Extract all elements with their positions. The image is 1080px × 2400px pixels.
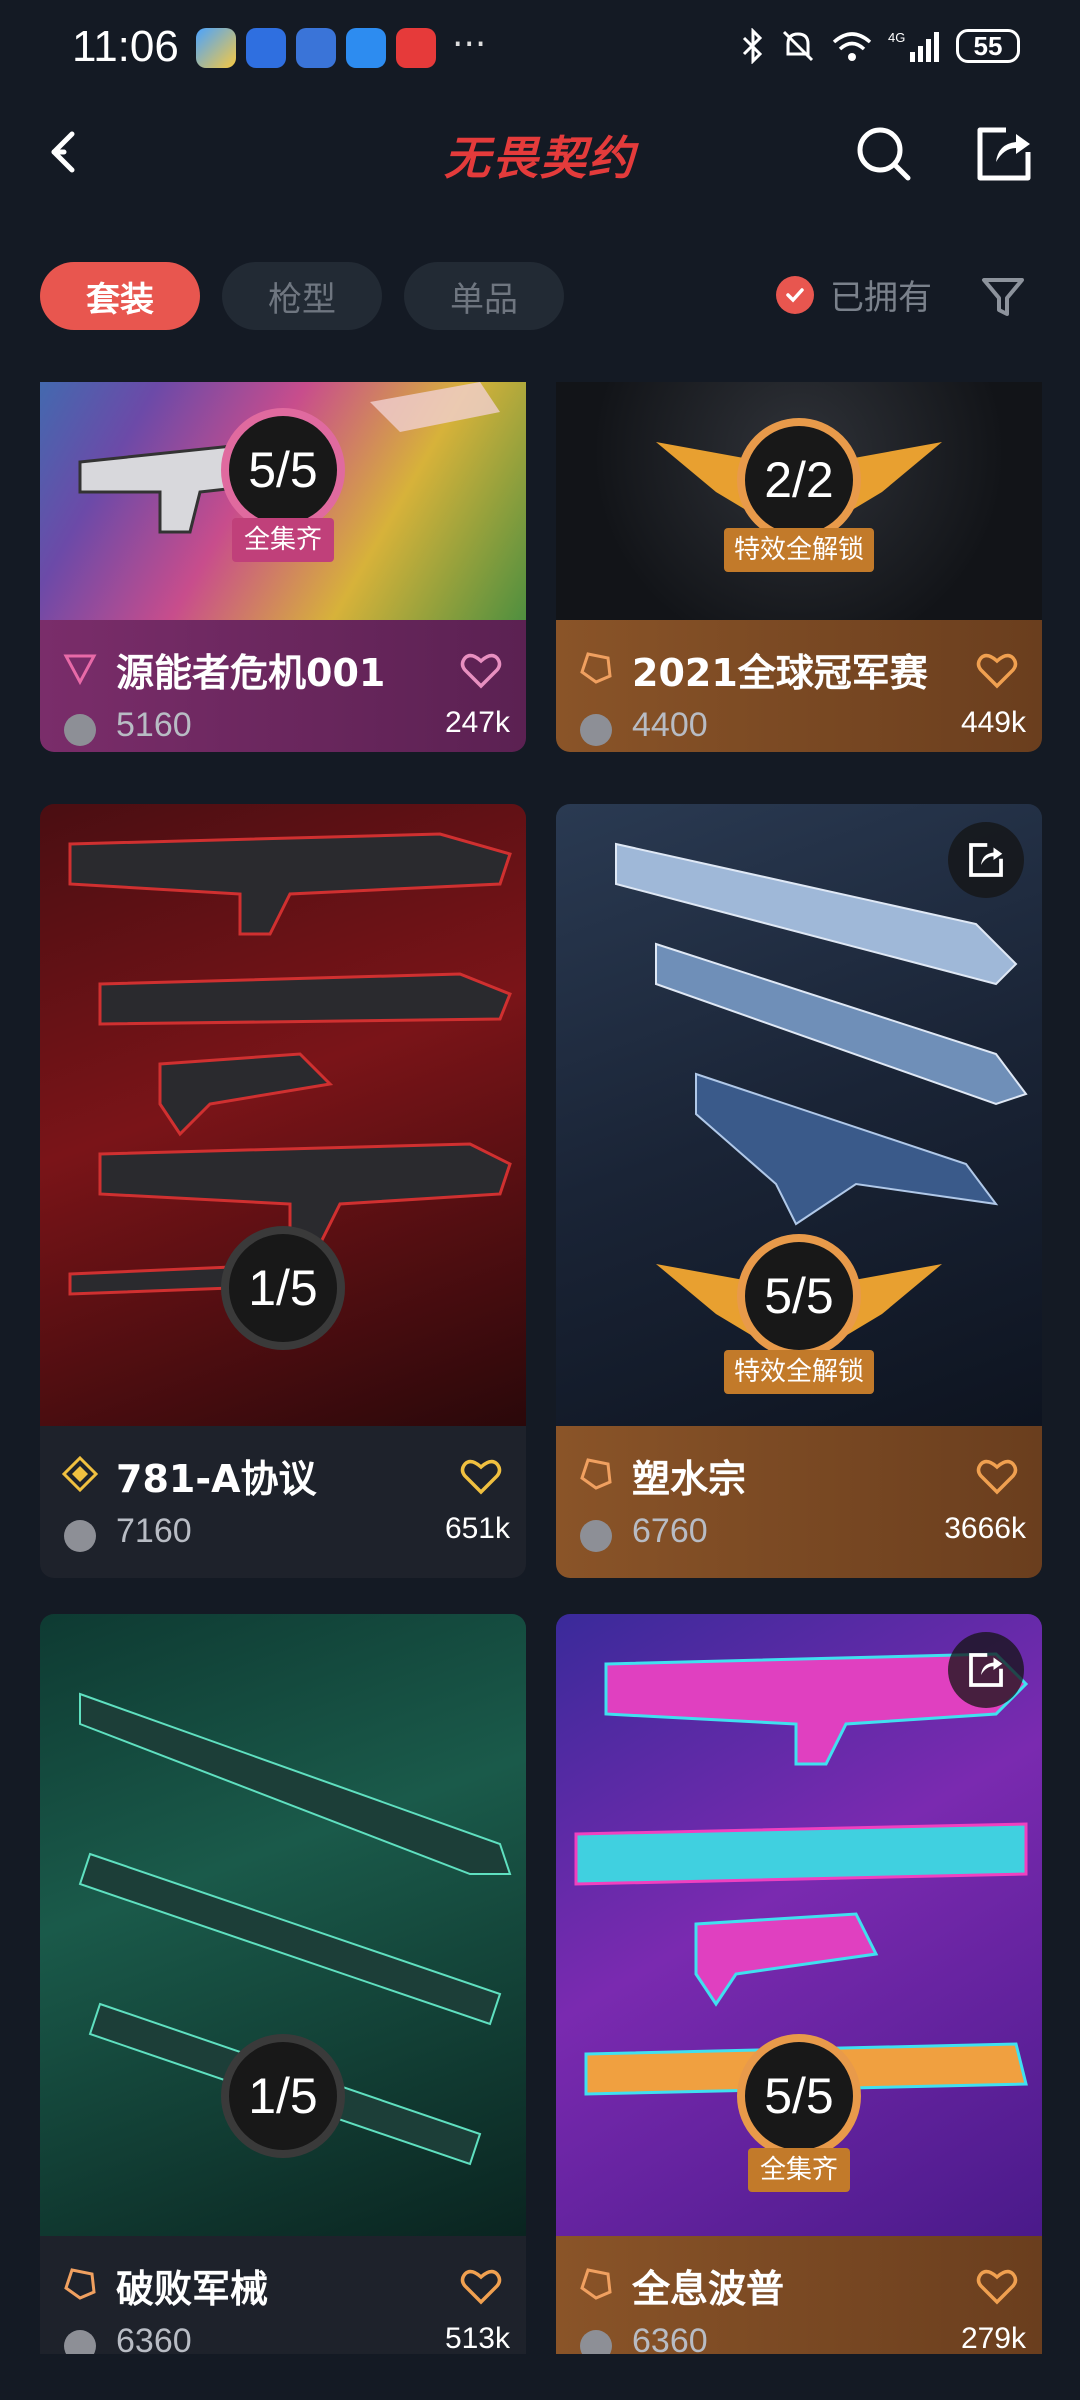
bundle-card[interactable]: 1/5 781-A协议 7160 651k xyxy=(40,804,526,1578)
progress-badge: 2/2 xyxy=(737,418,861,542)
tier-icon xyxy=(63,654,97,686)
bundle-name: 781-A协议 xyxy=(116,1457,317,1501)
bundle-info: 781-A协议 7160 651k xyxy=(40,1426,526,1578)
bundle-info: 塑水宗 6760 3666k xyxy=(556,1426,1042,1578)
tier-icon xyxy=(64,2268,96,2300)
more-notifications-icon: ··· xyxy=(452,24,487,65)
bundle-name: 源能者危机001 xyxy=(116,651,386,695)
wifi-icon xyxy=(832,32,872,61)
bundle-name: 2021全球冠军赛 xyxy=(632,651,928,695)
completion-ribbon: 全集齐 xyxy=(232,518,334,562)
like-count: 3666k xyxy=(944,1512,1026,1545)
like-count: 651k xyxy=(444,1512,510,1545)
tier-icon xyxy=(580,1458,612,1490)
currency-icon xyxy=(580,1520,612,1552)
tier-icon xyxy=(62,1456,98,1492)
app-notification-icon xyxy=(346,28,386,68)
share-button[interactable] xyxy=(948,1632,1024,1708)
bundle-card[interactable]: 5/5 全集齐 源能者危机001 5160 247k xyxy=(40,382,526,752)
svg-text:4G: 4G xyxy=(888,30,905,45)
app-notification-icon xyxy=(246,28,286,68)
bundle-price: 6760 xyxy=(632,1512,708,1550)
bundle-price: 5160 xyxy=(116,706,192,744)
tier-icon xyxy=(580,2268,612,2300)
bundle-name: 破败军械 xyxy=(116,2267,269,2311)
progress-badge: 5/5 xyxy=(737,1234,861,1358)
bundle-card[interactable]: 2/2 特效全解锁 2021全球冠军赛 4400 449k xyxy=(556,382,1042,752)
bundle-info: 破败军械 6360 513k xyxy=(40,2236,526,2354)
app-notification-icon xyxy=(396,28,436,68)
bundle-card[interactable]: 5/5 特效全解锁 塑水宗 6760 3666k xyxy=(556,804,1042,1578)
completion-ribbon: 全集齐 xyxy=(748,2148,850,2192)
like-count: 449k xyxy=(960,706,1026,739)
bundle-card[interactable]: 1/5 破败军械 6360 513k xyxy=(40,1614,526,2354)
progress-badge: 1/5 xyxy=(221,1226,345,1350)
share-icon xyxy=(969,843,1003,877)
status-bar: 11:06 ··· 4G 55 xyxy=(0,0,1080,100)
tab-single-items[interactable]: 单品 xyxy=(404,262,564,330)
share-button[interactable] xyxy=(948,822,1024,898)
progress-badge: 1/5 xyxy=(221,2034,345,2158)
owned-filter[interactable]: 已拥有 xyxy=(776,270,932,319)
like-count: 513k xyxy=(444,2322,510,2354)
favorite-icon[interactable] xyxy=(460,1458,502,1496)
mute-icon xyxy=(782,30,814,62)
favorite-icon[interactable] xyxy=(976,652,1018,690)
bundle-price: 6360 xyxy=(116,2322,192,2354)
owned-checkbox[interactable] xyxy=(776,275,814,314)
bundle-name: 塑水宗 xyxy=(632,1457,747,1501)
like-count: 247k xyxy=(444,706,510,739)
bundle-info: 源能者危机001 5160 247k xyxy=(40,620,526,752)
favorite-icon[interactable] xyxy=(976,1458,1018,1496)
app-notification-icon xyxy=(296,28,336,68)
favorite-icon[interactable] xyxy=(460,2268,502,2306)
currency-icon xyxy=(580,714,612,746)
progress-badge: 5/5 xyxy=(737,2034,861,2158)
completion-ribbon: 特效全解锁 xyxy=(724,528,874,572)
progress-badge: 5/5 xyxy=(221,408,345,532)
currency-icon xyxy=(64,714,96,746)
bluetooth-icon xyxy=(742,28,763,64)
currency-icon xyxy=(580,2330,612,2354)
completion-ribbon: 特效全解锁 xyxy=(724,1350,874,1394)
tab-weapon-types[interactable]: 枪型 xyxy=(222,262,382,330)
like-count: 279k xyxy=(960,2322,1026,2354)
bundle-card[interactable]: 5/5 全集齐 全息波普 6360 279k xyxy=(556,1614,1042,2354)
favorite-icon[interactable] xyxy=(460,652,502,690)
owned-label: 已拥有 xyxy=(830,278,932,318)
bundle-price: 6360 xyxy=(632,2322,708,2354)
bundle-info: 全息波普 6360 279k xyxy=(556,2236,1042,2354)
currency-icon xyxy=(64,2330,96,2354)
bundle-price: 7160 xyxy=(116,1512,192,1550)
tier-icon xyxy=(580,652,612,684)
signal-icon: 4G xyxy=(888,30,939,62)
app-notification-icon xyxy=(196,28,236,68)
check-icon xyxy=(786,287,804,303)
bundle-price: 4400 xyxy=(632,706,708,744)
system-icons: 4G 55 xyxy=(740,28,1020,64)
favorite-icon[interactable] xyxy=(976,2268,1018,2306)
currency-icon xyxy=(64,1520,96,1552)
tab-bundles[interactable]: 套装 xyxy=(40,262,200,330)
bundle-grid: 5/5 全集齐 源能者危机001 5160 247k 2/2 特效全解锁 202… xyxy=(40,382,1042,2354)
notification-icons xyxy=(196,28,436,68)
filter-icon[interactable] xyxy=(978,272,1028,322)
battery-indicator: 55 xyxy=(956,29,1020,63)
category-tabs: 套装 枪型 单品 xyxy=(40,262,564,330)
share-icon xyxy=(969,1653,1003,1687)
top-nav: 无畏契约 xyxy=(0,100,1080,210)
bundle-info: 2021全球冠军赛 4400 449k xyxy=(556,620,1042,752)
search-icon[interactable] xyxy=(852,122,916,186)
status-time: 11:06 xyxy=(72,22,179,71)
share-icon[interactable] xyxy=(972,122,1036,186)
bundle-name: 全息波普 xyxy=(632,2267,785,2311)
page-title: 无畏契约 xyxy=(444,131,636,185)
